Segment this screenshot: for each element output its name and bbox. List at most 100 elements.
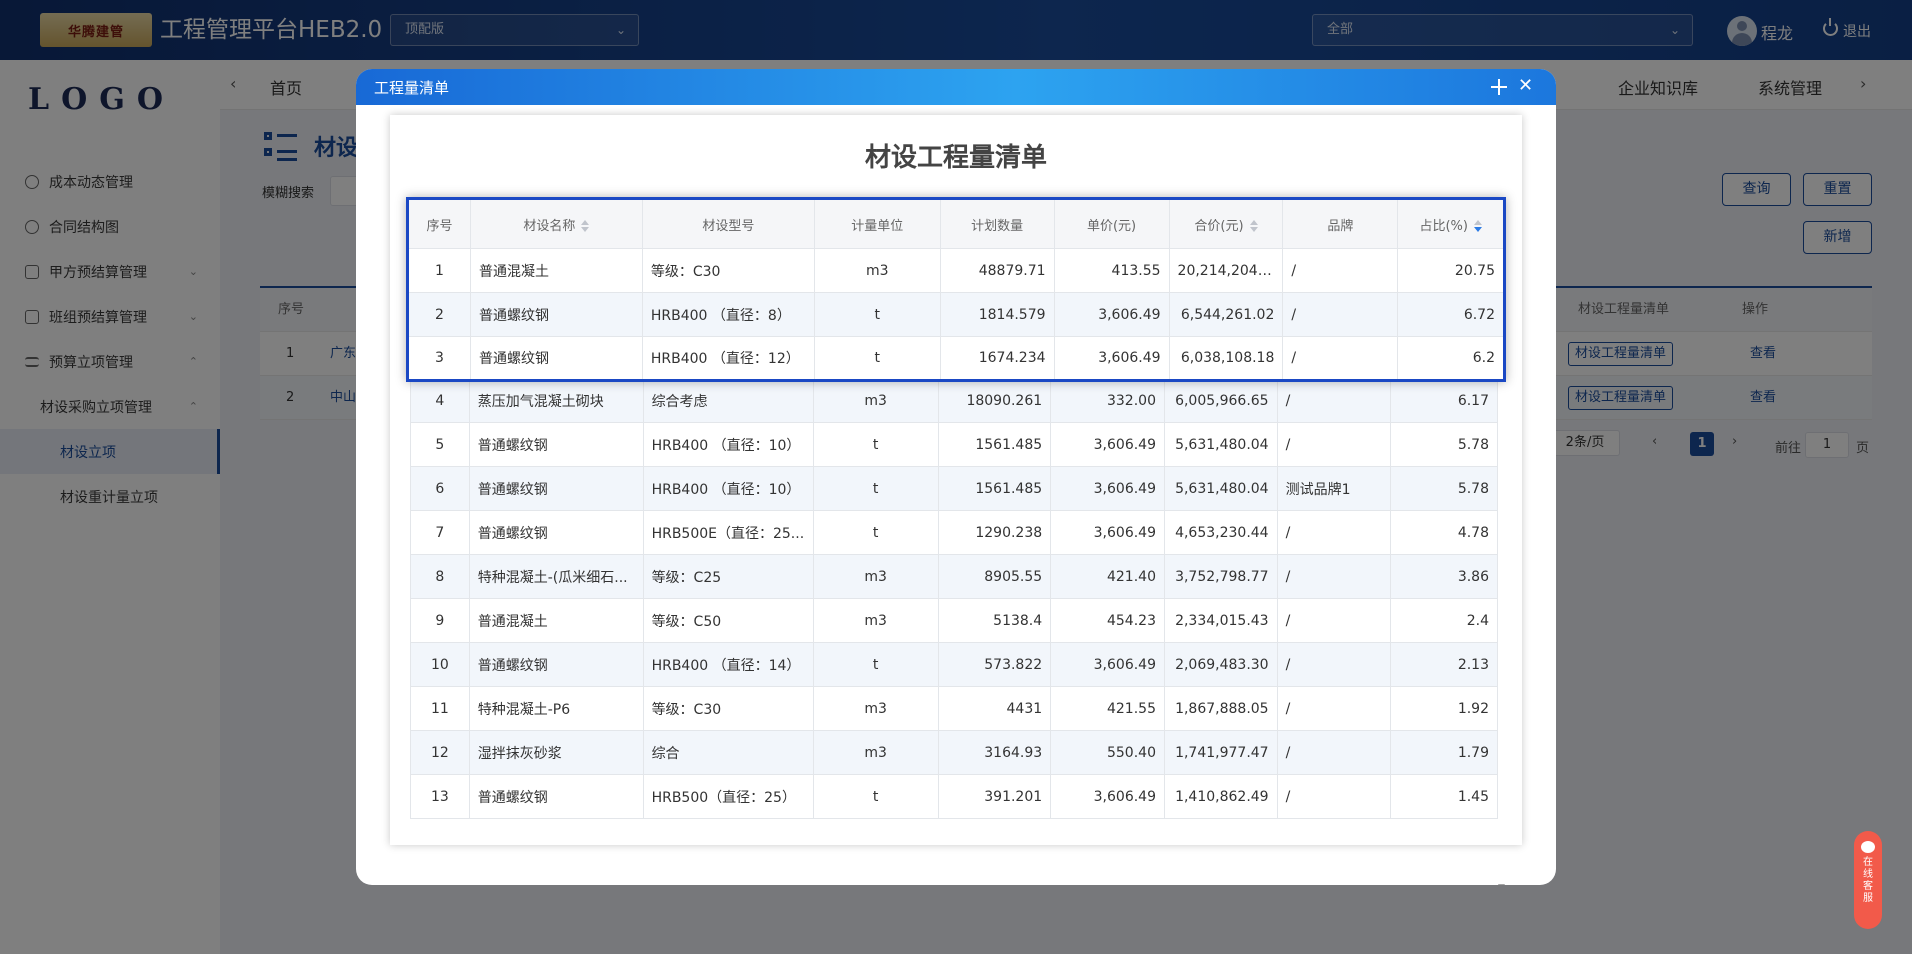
cell-model: HRB400 （直径：8） bbox=[641, 292, 815, 337]
cell-ratio: 5.78 bbox=[1390, 422, 1498, 467]
cell-name: 特种混凝土-(瓜米细石... bbox=[468, 554, 644, 599]
cell-ratio: 2.13 bbox=[1390, 642, 1498, 687]
table-row: 11 特种混凝土-P6 等级：C30 m3 4431 421.55 1,867,888.05… bbox=[410, 686, 1498, 731]
cell-brand: / bbox=[1282, 248, 1399, 293]
table-row: 3 普通螺纹钢 HRB400 （直径：12） t 1674.234 3,606.49 6,0… bbox=[407, 336, 1505, 381]
cell-price: 3,606.49 bbox=[1050, 510, 1165, 555]
col-unit-price: 单价(元) bbox=[1053, 198, 1170, 249]
cell-price: 454.23 bbox=[1050, 598, 1165, 643]
col-quantity: 计划数量 bbox=[939, 198, 1055, 249]
cell-ratio: 1.79 bbox=[1390, 730, 1498, 775]
cell-ratio: 6.17 bbox=[1390, 378, 1498, 423]
close-icon[interactable]: ✕ bbox=[1518, 76, 1533, 96]
cell-total: 4,653,230.44 bbox=[1163, 510, 1278, 555]
cell-brand: / bbox=[1276, 554, 1392, 599]
table-row: 10 普通螺纹钢 HRB400 （直径：14） t 573.822 3,606.49 2,0… bbox=[410, 642, 1498, 687]
cell-brand: / bbox=[1276, 510, 1392, 555]
cell-brand: / bbox=[1282, 336, 1399, 381]
table-header: 序号 材设名称 材设型号 计量单位 计划数量 单价(元) 合价(元) 品牌 占比… bbox=[407, 198, 1505, 249]
cell-unit: m3 bbox=[812, 554, 939, 599]
cell-no: 11 bbox=[410, 686, 470, 731]
cell-qty: 1561.485 bbox=[937, 422, 1052, 467]
cell-unit: m3 bbox=[812, 686, 939, 731]
cell-unit: t bbox=[812, 466, 939, 511]
cell-name: 普通混凝土 bbox=[468, 598, 644, 643]
cell-no: 1 bbox=[407, 248, 471, 293]
scroll-down-icon[interactable]: ▼ bbox=[1498, 883, 1505, 885]
cell-ratio: 6.72 bbox=[1397, 292, 1505, 337]
cell-model: HRB400 （直径：10） bbox=[642, 466, 814, 511]
cell-price: 332.00 bbox=[1050, 378, 1165, 423]
dialog-title: 工程量清单 bbox=[374, 79, 450, 97]
cell-total: 2,334,015.43 bbox=[1163, 598, 1278, 643]
move-icon[interactable] bbox=[1490, 78, 1508, 96]
cell-brand: / bbox=[1276, 774, 1392, 819]
cell-total: 1,741,977.47 bbox=[1163, 730, 1278, 775]
table-row: 7 普通螺纹钢 HRB500E（直径：25... t 1290.238 3,606.49 4… bbox=[410, 510, 1498, 555]
cell-brand: / bbox=[1276, 598, 1392, 643]
cell-no: 3 bbox=[407, 336, 471, 381]
cell-qty: 8905.55 bbox=[937, 554, 1052, 599]
cell-no: 4 bbox=[410, 378, 470, 423]
cell-qty: 573.822 bbox=[937, 642, 1052, 687]
cell-no: 8 bbox=[410, 554, 470, 599]
cell-model: 等级：C30 bbox=[641, 248, 815, 293]
cell-no: 2 bbox=[407, 292, 471, 337]
cell-price: 421.40 bbox=[1050, 554, 1165, 599]
table-row: 13 普通螺纹钢 HRB500（直径：25） t 391.201 3,606.49 1,41… bbox=[410, 774, 1498, 819]
cell-model: 等级：C30 bbox=[642, 686, 814, 731]
col-total[interactable]: 合价(元) bbox=[1168, 198, 1284, 249]
bill-table: 4 蒸压加气混凝土砌块 综合考虑 m3 18090.261 332.00 6,005,966… bbox=[410, 378, 1498, 819]
cell-unit: t bbox=[812, 774, 939, 819]
sort-icon[interactable] bbox=[1249, 220, 1258, 232]
cell-qty: 5138.4 bbox=[937, 598, 1052, 643]
cell-total: 6,038,108.18 bbox=[1168, 336, 1284, 381]
cell-total: 5,631,480.04 bbox=[1163, 422, 1278, 467]
cell-price: 3,606.49 bbox=[1050, 422, 1165, 467]
dialog-header[interactable]: 工程量清单 ✕ bbox=[356, 69, 1556, 105]
cell-unit: t bbox=[812, 510, 939, 555]
col-ratio[interactable]: 占比(%) bbox=[1397, 198, 1505, 249]
cell-name: 普通螺纹钢 bbox=[468, 774, 644, 819]
table-row: 2 普通螺纹钢 HRB400 （直径：8） t 1814.579 3,606.49 6,54… bbox=[407, 292, 1505, 337]
cell-qty: 1290.238 bbox=[937, 510, 1052, 555]
cell-name: 普通混凝土 bbox=[469, 248, 643, 293]
cell-no: 9 bbox=[410, 598, 470, 643]
cell-ratio: 4.78 bbox=[1390, 510, 1498, 555]
cell-model: 等级：C25 bbox=[642, 554, 814, 599]
cell-total: 5,631,480.04 bbox=[1163, 466, 1278, 511]
bill-dialog: 工程量清单 ✕ 材设工程量清单 4 蒸压加气混凝土砌块 综合考虑 m3 18090.26… bbox=[356, 69, 1556, 885]
cell-model: HRB400 （直径：14） bbox=[642, 642, 814, 687]
cell-unit: t bbox=[812, 422, 939, 467]
cell-brand: 测试品牌1 bbox=[1276, 466, 1392, 511]
sort-desc-icon[interactable] bbox=[1473, 220, 1482, 232]
online-service-button[interactable]: 在线客服 bbox=[1854, 831, 1882, 929]
cell-qty: 18090.261 bbox=[937, 378, 1052, 423]
cell-unit: t bbox=[812, 642, 939, 687]
col-material-name[interactable]: 材设名称 bbox=[469, 198, 643, 249]
col-brand: 品牌 bbox=[1282, 198, 1399, 249]
sort-icon[interactable] bbox=[581, 220, 590, 232]
table-row: 6 普通螺纹钢 HRB400 （直径：10） t 1561.485 3,606.49 5,6… bbox=[410, 466, 1498, 511]
cell-qty: 391.201 bbox=[937, 774, 1052, 819]
cell-price: 550.40 bbox=[1050, 730, 1165, 775]
cell-price: 3,606.49 bbox=[1050, 774, 1165, 819]
col-total-label: 合价(元) bbox=[1194, 218, 1244, 234]
service-label: 在线客服 bbox=[1863, 857, 1873, 904]
cell-ratio: 5.78 bbox=[1390, 466, 1498, 511]
cell-model: 综合 bbox=[642, 730, 814, 775]
cell-name: 普通螺纹钢 bbox=[468, 422, 644, 467]
cell-name: 普通螺纹钢 bbox=[468, 510, 644, 555]
col-unit: 计量单位 bbox=[813, 198, 941, 249]
cell-name: 普通螺纹钢 bbox=[469, 292, 643, 337]
cell-total: 20,214,204.... bbox=[1168, 248, 1284, 293]
cell-no: 6 bbox=[410, 466, 470, 511]
cell-brand: / bbox=[1276, 422, 1392, 467]
cell-no: 13 bbox=[410, 774, 470, 819]
cell-model: HRB500E（直径：25... bbox=[642, 510, 814, 555]
cell-model: HRB400 （直径：12） bbox=[641, 336, 815, 381]
cell-no: 10 bbox=[410, 642, 470, 687]
cell-ratio: 6.2 bbox=[1397, 336, 1505, 381]
cell-unit: m3 bbox=[812, 598, 939, 643]
cell-ratio: 1.45 bbox=[1390, 774, 1498, 819]
